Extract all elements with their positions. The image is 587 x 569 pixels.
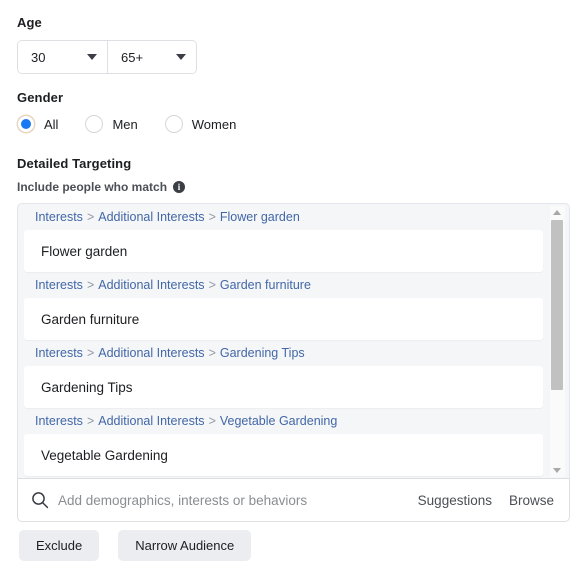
list-item[interactable]: Vegetable Gardening [24,434,543,476]
breadcrumb: Interests > Additional Interests > Garde… [18,272,549,298]
browse-button[interactable]: Browse [509,493,554,508]
breadcrumb-separator: > [86,346,95,360]
breadcrumb-link[interactable]: Flower garden [220,210,300,224]
chevron-down-icon [176,54,186,60]
breadcrumb-link[interactable]: Vegetable Gardening [220,414,337,428]
selected-interests-panel: Interests > Additional Interests > Flowe… [17,203,570,478]
breadcrumb-separator: > [86,278,95,292]
gender-option-men[interactable]: Men [85,115,138,133]
breadcrumb: Interests > Additional Interests > Veget… [18,408,549,434]
list-item[interactable]: Garden furniture [24,298,543,340]
breadcrumb-link[interactable]: Interests [35,414,83,428]
age-min-select[interactable]: 30 [18,41,107,73]
age-label: Age [17,15,42,30]
age-max-select[interactable]: 65+ [107,41,196,73]
radio-icon-men[interactable] [85,115,104,133]
gender-radio-group: All Men Women [17,115,263,133]
breadcrumb-separator: > [208,278,216,292]
breadcrumb-link[interactable]: Interests [35,346,83,360]
list-item[interactable]: Gardening Tips [24,366,543,408]
search-icon [31,491,49,509]
age-section: Age 30 65+ [17,15,197,74]
breadcrumb-separator: > [208,210,216,224]
exclude-button[interactable]: Exclude [19,530,100,561]
targeting-search-bar: Suggestions Browse [17,478,570,522]
detailed-targeting-subtitle-row: Include people who match i [17,180,186,194]
search-input[interactable] [58,492,401,508]
breadcrumb-link[interactable]: Additional Interests [98,278,204,292]
gender-option-women[interactable]: Women [164,115,237,133]
breadcrumb-link[interactable]: Additional Interests [98,346,204,360]
scroll-down-arrow-icon[interactable] [553,468,561,473]
breadcrumb: Interests > Additional Interests > Flowe… [18,204,549,230]
gender-option-women-label: Women [191,116,237,132]
detailed-targeting-title: Detailed Targeting [17,156,132,171]
breadcrumb-link[interactable]: Interests [35,278,83,292]
chevron-down-icon [87,54,97,60]
breadcrumb-link[interactable]: Garden furniture [220,278,311,292]
targeting-actions: Exclude Narrow Audience [19,530,252,561]
detailed-targeting-section: Detailed Targeting Include people who ma… [17,156,186,203]
breadcrumb-separator: > [86,210,95,224]
audience-targeting-panel: Age 30 65+ Gender All Men Women Detailed… [0,0,587,569]
breadcrumb: Interests > Additional Interests > Garde… [18,340,549,366]
info-icon[interactable]: i [173,181,186,193]
breadcrumb-separator: > [208,414,216,428]
detailed-targeting-subtitle: Include people who match [17,180,168,194]
breadcrumb-link[interactable]: Gardening Tips [220,346,305,360]
list-item[interactable]: Flower garden [24,230,543,272]
selected-interests-scroll-area: Interests > Additional Interests > Flowe… [18,204,549,478]
scrollbar-thumb[interactable] [551,220,563,390]
suggestions-button[interactable]: Suggestions [418,493,492,508]
gender-option-men-label: Men [112,116,138,132]
gender-label: Gender [17,90,64,105]
breadcrumb-link[interactable]: Additional Interests [98,210,204,224]
scroll-up-arrow-icon[interactable] [553,210,561,215]
breadcrumb-separator: > [208,346,216,360]
radio-icon-all[interactable] [17,115,35,133]
breadcrumb-link[interactable]: Interests [35,210,83,224]
gender-section: Gender All Men Women [17,90,263,133]
age-range-selects: 30 65+ [17,40,197,74]
breadcrumb-separator: > [86,414,95,428]
narrow-audience-button[interactable]: Narrow Audience [118,530,252,561]
age-min-value: 30 [31,49,46,65]
gender-option-all[interactable]: All [17,115,58,133]
radio-icon-women[interactable] [164,115,183,133]
gender-option-all-label: All [44,116,59,132]
scrollbar-vertical[interactable] [550,206,565,477]
age-max-value: 65+ [121,49,144,65]
breadcrumb-link[interactable]: Additional Interests [98,414,204,428]
